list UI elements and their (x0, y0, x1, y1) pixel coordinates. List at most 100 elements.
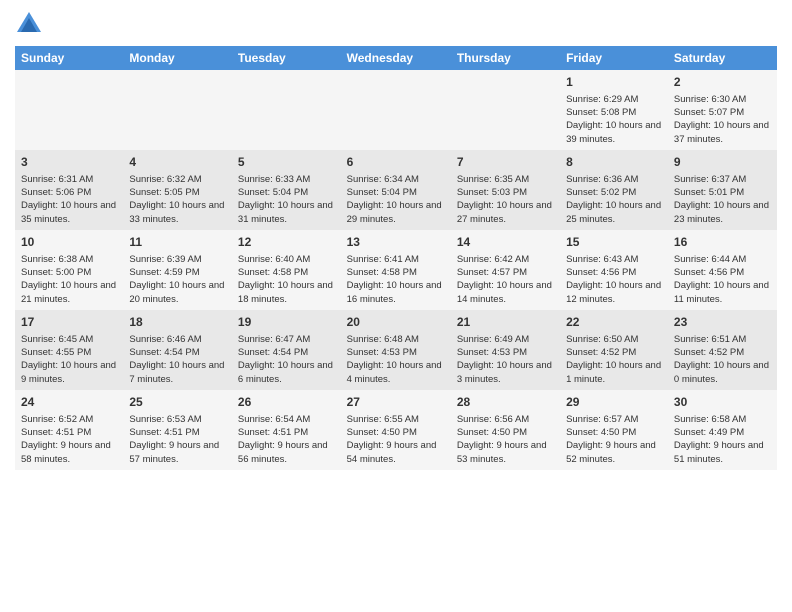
day-info: Sunset: 5:02 PM (566, 186, 662, 199)
day-info: Sunset: 4:57 PM (457, 266, 554, 279)
day-info: Sunset: 4:56 PM (566, 266, 662, 279)
day-info: Daylight: 10 hours and 6 minutes. (238, 359, 335, 386)
day-info: Daylight: 10 hours and 25 minutes. (566, 199, 662, 226)
day-info: Daylight: 10 hours and 4 minutes. (347, 359, 445, 386)
day-number: 27 (347, 394, 445, 411)
day-number: 9 (674, 154, 771, 171)
day-number: 8 (566, 154, 662, 171)
day-cell-23: 23Sunrise: 6:51 AMSunset: 4:52 PMDayligh… (668, 310, 777, 390)
day-info: Sunrise: 6:42 AM (457, 253, 554, 266)
day-info: Daylight: 10 hours and 7 minutes. (129, 359, 226, 386)
day-info: Daylight: 10 hours and 31 minutes. (238, 199, 335, 226)
day-cell-12: 12Sunrise: 6:40 AMSunset: 4:58 PMDayligh… (232, 230, 341, 310)
day-info: Sunset: 4:59 PM (129, 266, 226, 279)
column-header-monday: Monday (123, 46, 232, 70)
day-cell-3: 3Sunrise: 6:31 AMSunset: 5:06 PMDaylight… (15, 150, 123, 230)
day-info: Sunset: 5:00 PM (21, 266, 117, 279)
day-info: Sunset: 4:50 PM (566, 426, 662, 439)
column-header-wednesday: Wednesday (341, 46, 451, 70)
day-cell-25: 25Sunrise: 6:53 AMSunset: 4:51 PMDayligh… (123, 390, 232, 470)
day-info: Sunrise: 6:57 AM (566, 413, 662, 426)
day-cell-4: 4 Sunrise: 6:32 AMSunset: 5:05 PMDaylight… (123, 150, 232, 230)
day-cell-10: 10 Sunrise: 6:38 AMSunset: 5:00 PMDayligh… (15, 230, 123, 310)
day-info: Sunset: 4:51 PM (129, 426, 226, 439)
column-headers: SundayMondayTuesdayWednesdayThursdayFrid… (15, 46, 777, 70)
day-info: Sunrise: 6:44 AM (674, 253, 771, 266)
day-cell-28: 28Sunrise: 6:56 AMSunset: 4:50 PMDayligh… (451, 390, 560, 470)
day-info: Daylight: 10 hours and 37 minutes. (674, 119, 771, 146)
day-cell-9: 9Sunrise: 6:37 AMSunset: 5:01 PMDaylight… (668, 150, 777, 230)
day-info: Daylight: 10 hours and 33 minutes. (129, 199, 226, 226)
day-number: 10 (21, 234, 117, 251)
day-info: Sunrise: 6:41 AM (347, 253, 445, 266)
day-cell-27: 27Sunrise: 6:55 AMSunset: 4:50 PMDayligh… (341, 390, 451, 470)
day-info: Sunrise: 6:55 AM (347, 413, 445, 426)
day-cell-22: 22Sunrise: 6:50 AMSunset: 4:52 PMDayligh… (560, 310, 668, 390)
day-info: Daylight: 10 hours and 16 minutes. (347, 279, 445, 306)
day-number: 20 (347, 314, 445, 331)
day-info: Sunrise: 6:51 AM (674, 333, 771, 346)
day-cell-20: 20Sunrise: 6:48 AMSunset: 4:53 PMDayligh… (341, 310, 451, 390)
day-info: Sunrise: 6:50 AM (566, 333, 662, 346)
day-info: Sunrise: 6:30 AM (674, 93, 771, 106)
day-cell-empty-1 (123, 70, 232, 150)
day-info: Sunset: 4:58 PM (347, 266, 445, 279)
logo-icon (15, 10, 43, 38)
day-info: Sunset: 5:01 PM (674, 186, 771, 199)
day-info: Sunrise: 6:35 AM (457, 173, 554, 186)
day-info: Sunset: 4:51 PM (21, 426, 117, 439)
day-number: 1 (566, 74, 662, 91)
day-cell-18: 18Sunrise: 6:46 AMSunset: 4:54 PMDayligh… (123, 310, 232, 390)
day-info: Sunset: 4:58 PM (238, 266, 335, 279)
day-info: Sunset: 5:04 PM (238, 186, 335, 199)
column-header-saturday: Saturday (668, 46, 777, 70)
day-info: Daylight: 9 hours and 56 minutes. (238, 439, 335, 466)
day-info: Daylight: 10 hours and 21 minutes. (21, 279, 117, 306)
day-number: 4 (129, 154, 226, 171)
day-number: 24 (21, 394, 117, 411)
day-info: Sunrise: 6:33 AM (238, 173, 335, 186)
calendar-table: SundayMondayTuesdayWednesdayThursdayFrid… (15, 46, 777, 470)
day-number: 30 (674, 394, 771, 411)
day-cell-5: 5Sunrise: 6:33 AMSunset: 5:04 PMDaylight… (232, 150, 341, 230)
week-row-1: 1Sunrise: 6:29 AMSunset: 5:08 PMDaylight… (15, 70, 777, 150)
day-number: 14 (457, 234, 554, 251)
day-number: 26 (238, 394, 335, 411)
day-info: Sunset: 4:54 PM (129, 346, 226, 359)
column-header-thursday: Thursday (451, 46, 560, 70)
week-row-5: 24Sunrise: 6:52 AMSunset: 4:51 PMDayligh… (15, 390, 777, 470)
day-info: Sunset: 4:53 PM (457, 346, 554, 359)
day-info: Daylight: 9 hours and 54 minutes. (347, 439, 445, 466)
day-info: Sunrise: 6:45 AM (21, 333, 117, 346)
day-info: Daylight: 10 hours and 20 minutes. (129, 279, 226, 306)
day-info: Sunset: 4:50 PM (457, 426, 554, 439)
day-info: Sunrise: 6:32 AM (129, 173, 226, 186)
day-info: Daylight: 10 hours and 1 minute. (566, 359, 662, 386)
day-info: Daylight: 9 hours and 58 minutes. (21, 439, 117, 466)
day-info: Daylight: 10 hours and 14 minutes. (457, 279, 554, 306)
day-info: Daylight: 9 hours and 52 minutes. (566, 439, 662, 466)
day-info: Sunset: 5:04 PM (347, 186, 445, 199)
day-number: 25 (129, 394, 226, 411)
day-number: 11 (129, 234, 226, 251)
day-cell-24: 24Sunrise: 6:52 AMSunset: 4:51 PMDayligh… (15, 390, 123, 470)
day-number: 17 (21, 314, 117, 331)
day-info: Sunset: 4:51 PM (238, 426, 335, 439)
day-info: Daylight: 10 hours and 0 minutes. (674, 359, 771, 386)
week-row-4: 17Sunrise: 6:45 AMSunset: 4:55 PMDayligh… (15, 310, 777, 390)
day-cell-7: 7Sunrise: 6:35 AMSunset: 5:03 PMDaylight… (451, 150, 560, 230)
day-info: Sunset: 4:49 PM (674, 426, 771, 439)
day-cell-15: 15Sunrise: 6:43 AMSunset: 4:56 PMDayligh… (560, 230, 668, 310)
day-info: Sunset: 5:05 PM (129, 186, 226, 199)
day-info: Sunrise: 6:53 AM (129, 413, 226, 426)
day-info: Daylight: 10 hours and 27 minutes. (457, 199, 554, 226)
logo (15, 10, 47, 38)
day-info: Daylight: 10 hours and 3 minutes. (457, 359, 554, 386)
column-header-tuesday: Tuesday (232, 46, 341, 70)
day-info: Sunset: 5:06 PM (21, 186, 117, 199)
day-info: Sunrise: 6:38 AM (21, 253, 117, 266)
day-number: 6 (347, 154, 445, 171)
day-info: Sunrise: 6:48 AM (347, 333, 445, 346)
day-info: Sunrise: 6:36 AM (566, 173, 662, 186)
day-info: Daylight: 10 hours and 35 minutes. (21, 199, 117, 226)
